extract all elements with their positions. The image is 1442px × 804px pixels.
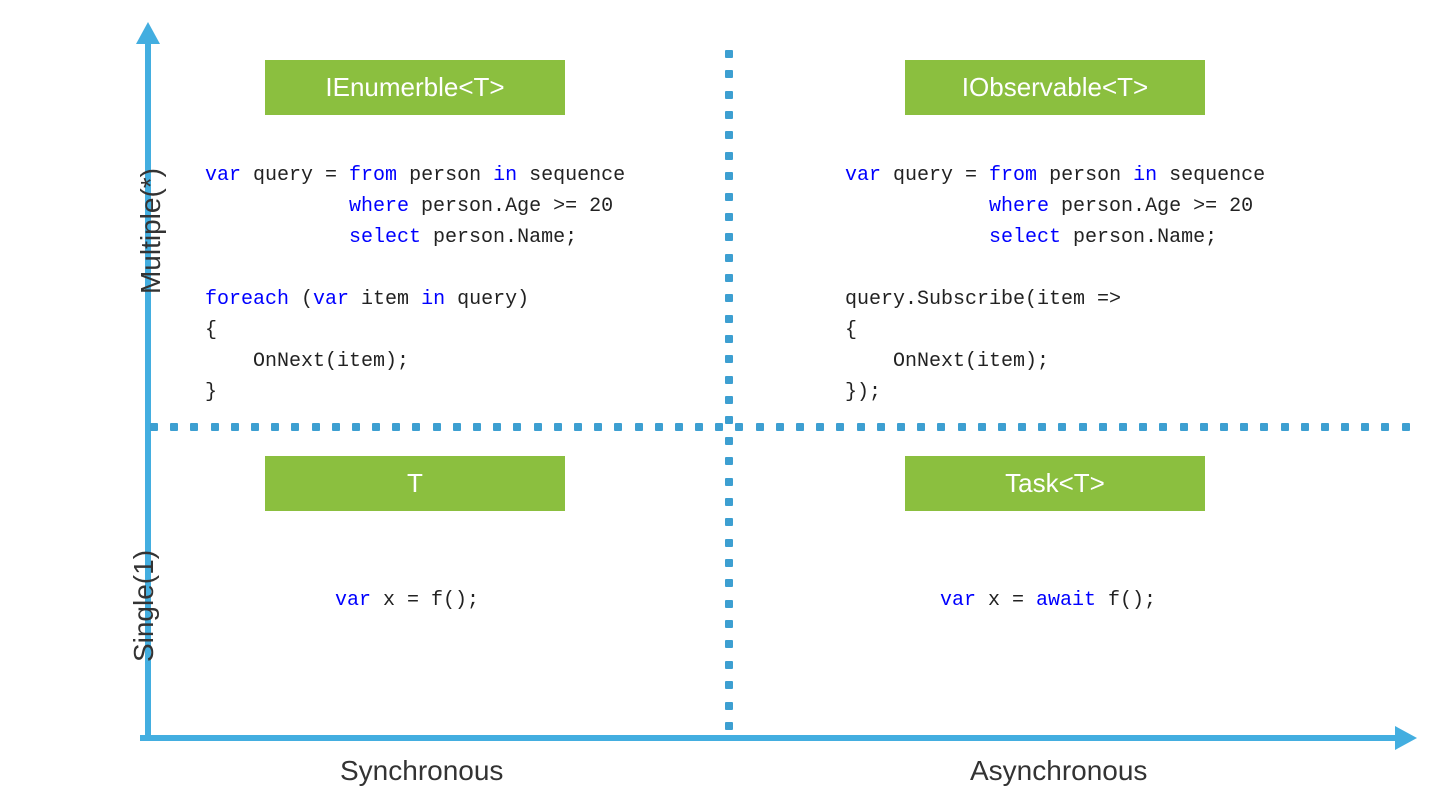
code-t: var x = f(); [335, 585, 479, 616]
code-ienumerable: var query = from person in sequence wher… [205, 160, 625, 408]
vertical-divider [725, 50, 733, 730]
y-axis-label-single: Single(1) [128, 550, 160, 662]
horizontal-divider [150, 423, 1410, 431]
quadrant-diagram: Multiple(*) Single(1) Synchronous Asynch… [0, 0, 1442, 804]
x-axis-label-async: Asynchronous [970, 755, 1147, 787]
tag-ienumerable: IEnumerble<T> [265, 60, 565, 115]
x-axis-label-sync: Synchronous [340, 755, 503, 787]
tag-t: T [265, 456, 565, 511]
code-task-t: var x = await f(); [940, 585, 1156, 616]
x-axis-line [140, 735, 1400, 741]
tag-iobservable: IObservable<T> [905, 60, 1205, 115]
tag-task-t: Task<T> [905, 456, 1205, 511]
y-axis-label-multiple: Multiple(*) [135, 168, 167, 294]
x-axis-arrow-icon [1395, 726, 1417, 750]
code-iobservable: var query = from person in sequence wher… [845, 160, 1265, 408]
y-axis-arrow-icon [136, 22, 160, 44]
